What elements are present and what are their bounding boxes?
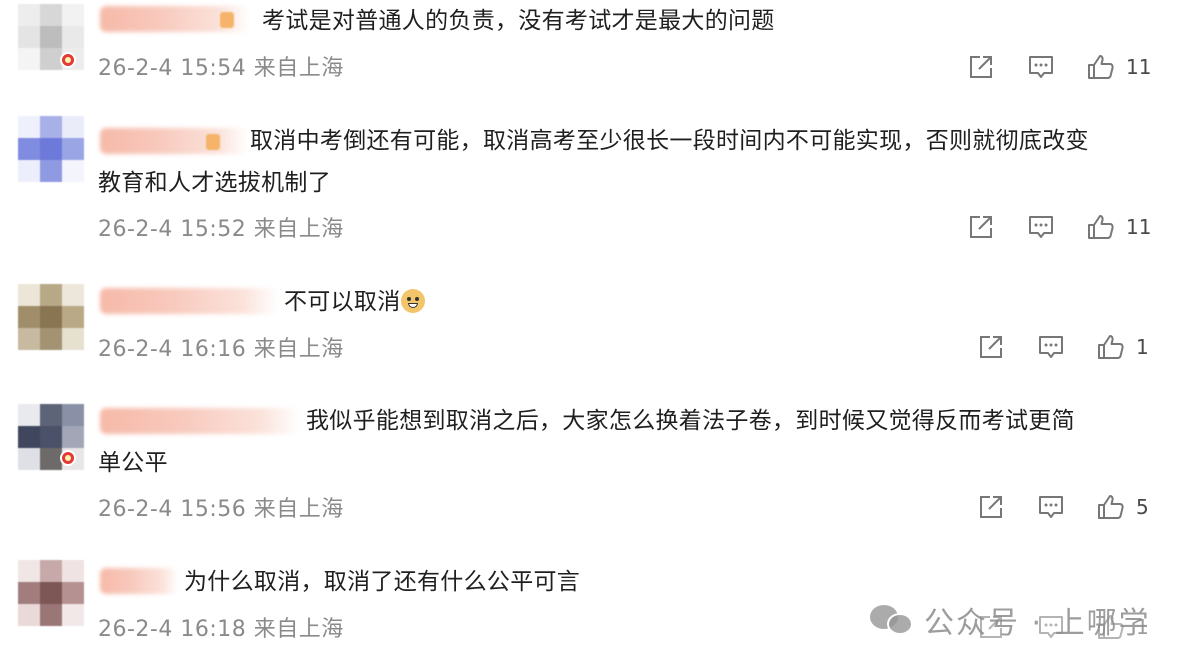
comment-text-line: 我似乎能想到取消之后，大家怎么换着法子卷，到时候又觉得反而考试更简 xyxy=(306,408,1075,434)
wechat-icon xyxy=(870,603,916,637)
comment-time: 26-2-4 16:16 xyxy=(98,337,247,362)
watermark-text: 公众号 · 上哪学 xyxy=(924,606,1151,641)
thumbs-up-icon[interactable] xyxy=(1086,212,1116,242)
avatar[interactable] xyxy=(18,116,84,182)
comment-icon[interactable] xyxy=(1026,212,1056,242)
avatar[interactable] xyxy=(18,284,84,350)
comment-location: 来自上海 xyxy=(253,617,344,642)
comment-actions: 11 xyxy=(966,52,1151,82)
like-count: 11 xyxy=(1126,55,1152,79)
comment-location: 来自上海 xyxy=(253,497,344,522)
like-count: 1 xyxy=(1136,335,1149,359)
comment-icon[interactable] xyxy=(1036,332,1066,362)
watermark: 公众号 · 上哪学 xyxy=(870,598,1151,642)
comment-text: 不可以取消 xyxy=(284,283,425,321)
like-count: 11 xyxy=(1126,215,1152,239)
nickname-blurred[interactable] xyxy=(100,568,178,594)
thumbs-up-icon[interactable] xyxy=(1096,492,1126,522)
comment-meta: 26-2-4 15:56 来自上海 xyxy=(98,491,344,523)
doge-emoji-icon xyxy=(400,289,425,313)
thumbs-up-icon[interactable] xyxy=(1096,332,1126,362)
comment-text: 考试是对普通人的负责，没有考试才是最大的问题 xyxy=(262,8,775,34)
user-tag-icon xyxy=(206,134,220,150)
user-tag-icon xyxy=(220,12,234,28)
comment-icon[interactable] xyxy=(1036,492,1066,522)
comment-list: 考试是对普通人的负责，没有考试才是最大的问题 26-2-4 15:54 来自上海… xyxy=(0,0,1198,667)
comment-meta: 26-2-4 16:16 来自上海 xyxy=(98,331,344,363)
verified-badge-icon xyxy=(60,52,76,68)
comment-location: 来自上海 xyxy=(253,337,344,362)
nickname-blurred[interactable] xyxy=(100,128,248,154)
comment-meta: 26-2-4 15:54 来自上海 xyxy=(98,50,344,82)
comment-time: 26-2-4 16:18 xyxy=(98,617,247,642)
comment-time: 26-2-4 15:56 xyxy=(98,497,247,522)
comment-time: 26-2-4 15:52 xyxy=(98,217,247,242)
share-icon[interactable] xyxy=(976,332,1006,362)
comment-icon[interactable] xyxy=(1026,52,1056,82)
thumbs-up-icon[interactable] xyxy=(1086,52,1116,82)
share-icon[interactable] xyxy=(976,492,1006,522)
like-count: 5 xyxy=(1136,495,1149,519)
comment-text-content: 不可以取消 xyxy=(284,289,401,315)
comment-text: 为什么取消，取消了还有什么公平可言 xyxy=(184,569,581,595)
comment-actions: 11 xyxy=(966,212,1151,242)
comment-location: 来自上海 xyxy=(253,217,344,242)
nickname-blurred[interactable] xyxy=(100,288,278,314)
share-icon[interactable] xyxy=(966,52,996,82)
avatar[interactable] xyxy=(18,560,84,626)
comment-actions: 5 xyxy=(976,492,1149,522)
comment-time: 26-2-4 15:54 xyxy=(98,56,247,81)
comment-text-line: 教育和人才选拔机制了 xyxy=(98,170,331,196)
comment-location: 来自上海 xyxy=(253,56,344,81)
verified-badge-icon xyxy=(60,450,76,466)
comment-meta: 26-2-4 16:18 来自上海 xyxy=(98,611,344,643)
comment-actions: 1 xyxy=(976,332,1149,362)
comment-text-line: 单公平 xyxy=(98,450,168,476)
nickname-blurred[interactable] xyxy=(100,408,300,434)
share-icon[interactable] xyxy=(966,212,996,242)
comment-meta: 26-2-4 15:52 来自上海 xyxy=(98,211,344,243)
comment-text-line: 取消中考倒还有可能，取消高考至少很长一段时间内不可能实现，否则就彻底改变 xyxy=(250,128,1089,154)
